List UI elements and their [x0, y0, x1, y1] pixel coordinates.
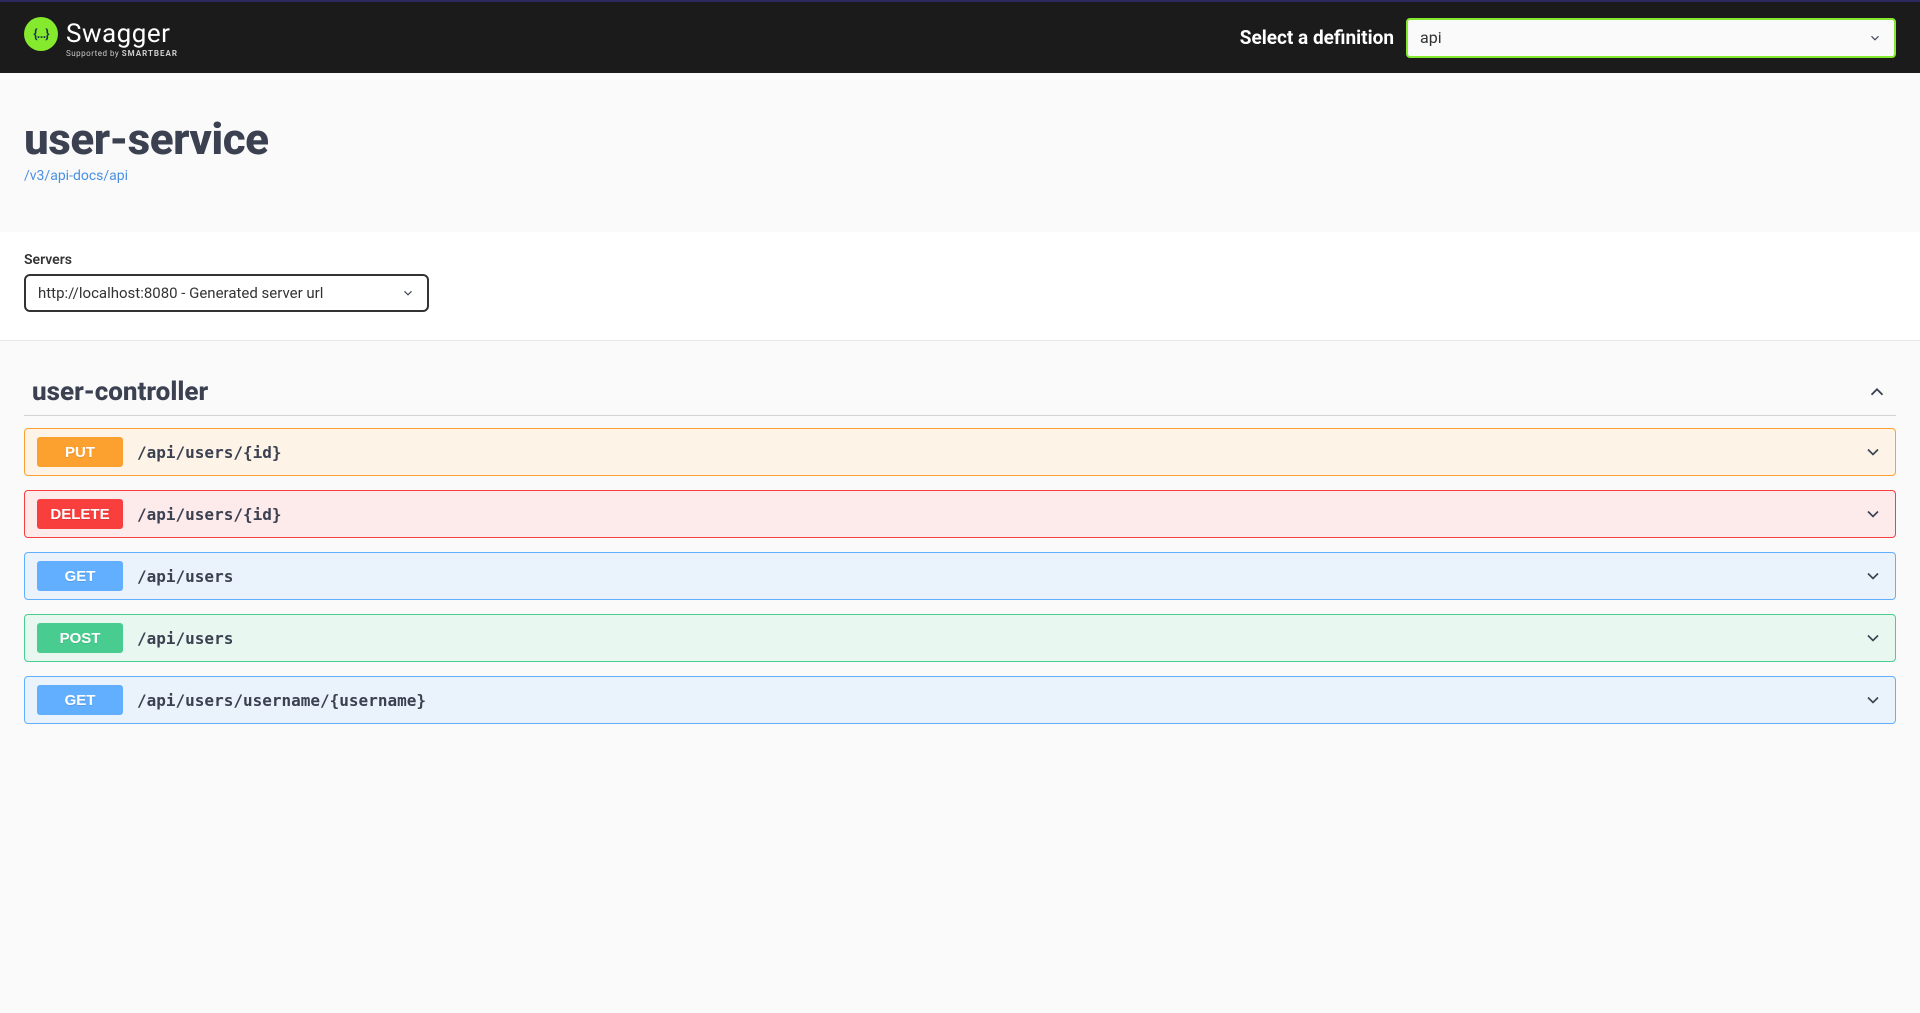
- chevron-down-icon: [1863, 442, 1883, 462]
- chevron-up-icon: [1866, 381, 1888, 403]
- operation-method-badge: GET: [37, 685, 123, 715]
- definition-select-value: api: [1420, 28, 1442, 47]
- operations-section: user-controller PUT/api/users/{id}DELETE…: [0, 340, 1920, 762]
- operation-left: POST/api/users: [37, 623, 233, 653]
- definition-label: Select a definition: [1240, 26, 1394, 49]
- server-select-value: http://localhost:8080 - Generated server…: [38, 284, 323, 302]
- api-title: user-service: [24, 113, 1896, 165]
- logo-subtitle: Supported by SMARTBEAR: [66, 49, 178, 58]
- tag-name: user-controller: [32, 377, 208, 407]
- operation-path: /api/users: [137, 629, 233, 648]
- info-section: user-service /v3/api-docs/api: [0, 73, 1920, 232]
- operation-method-badge: DELETE: [37, 499, 123, 529]
- operation-left: PUT/api/users/{id}: [37, 437, 282, 467]
- logo: {…} Swagger Supported by SMARTBEAR: [24, 17, 178, 58]
- definition-select[interactable]: api: [1406, 18, 1896, 58]
- chevron-down-icon: [401, 286, 415, 300]
- topbar: {…} Swagger Supported by SMARTBEAR Selec…: [0, 0, 1920, 73]
- tag-header[interactable]: user-controller: [24, 365, 1896, 416]
- operation-path: /api/users: [137, 567, 233, 586]
- operation-left: GET/api/users/username/{username}: [37, 685, 426, 715]
- operation-method-badge: POST: [37, 623, 123, 653]
- swagger-logo-icon: {…}: [24, 17, 58, 51]
- server-select[interactable]: http://localhost:8080 - Generated server…: [24, 274, 429, 312]
- operation-method-badge: PUT: [37, 437, 123, 467]
- operation-path: /api/users/{id}: [137, 505, 282, 524]
- operation-left: DELETE/api/users/{id}: [37, 499, 282, 529]
- chevron-down-icon: [1868, 31, 1882, 45]
- chevron-down-icon: [1863, 504, 1883, 524]
- operation-row[interactable]: PUT/api/users/{id}: [24, 428, 1896, 476]
- operation-row[interactable]: DELETE/api/users/{id}: [24, 490, 1896, 538]
- logo-sub-strong: SMARTBEAR: [122, 49, 178, 58]
- logo-sub-prefix: Supported by: [66, 49, 122, 58]
- operation-row[interactable]: GET/api/users: [24, 552, 1896, 600]
- operation-row[interactable]: POST/api/users: [24, 614, 1896, 662]
- operation-path: /api/users/{id}: [137, 443, 282, 462]
- definition-selector-wrap: Select a definition api: [1240, 18, 1896, 58]
- operation-path: /api/users/username/{username}: [137, 691, 426, 710]
- api-docs-link[interactable]: /v3/api-docs/api: [24, 168, 128, 184]
- servers-label: Servers: [24, 252, 1896, 268]
- chevron-down-icon: [1863, 628, 1883, 648]
- operation-left: GET/api/users: [37, 561, 233, 591]
- operation-row[interactable]: GET/api/users/username/{username}: [24, 676, 1896, 724]
- logo-text: Swagger: [66, 19, 170, 49]
- operation-method-badge: GET: [37, 561, 123, 591]
- chevron-down-icon: [1863, 566, 1883, 586]
- chevron-down-icon: [1863, 690, 1883, 710]
- operations-list: PUT/api/users/{id}DELETE/api/users/{id}G…: [24, 428, 1896, 724]
- servers-section: Servers http://localhost:8080 - Generate…: [0, 232, 1920, 340]
